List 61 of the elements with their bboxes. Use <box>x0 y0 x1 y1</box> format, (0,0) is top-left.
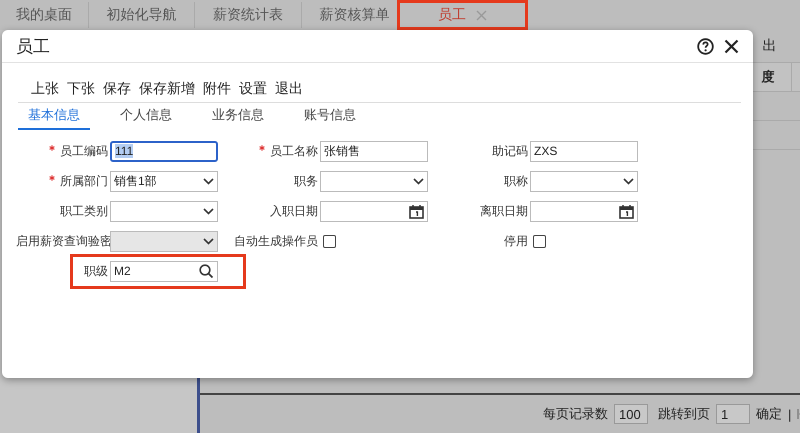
separator-text: | <box>788 406 792 422</box>
field-label: 员工编码 <box>16 142 108 160</box>
calendar-icon[interactable] <box>409 204 424 218</box>
lookup-field[interactable]: M2 <box>110 260 218 282</box>
checkbox[interactable] <box>533 234 546 248</box>
page-size-field[interactable]: 100 <box>614 404 648 424</box>
form-tab[interactable]: 业务信息 <box>202 103 274 130</box>
field-label: 入职日期 <box>269 202 318 220</box>
toolbar-button[interactable]: 保存 <box>100 77 134 102</box>
page-tab[interactable]: 薪资统计表 <box>194 2 301 28</box>
select-field[interactable] <box>320 170 428 192</box>
page-size-label: 每页记录数 <box>543 405 608 423</box>
toolbar-button[interactable]: 保存新增 <box>136 77 198 102</box>
page-tab[interactable]: 薪资核算单 <box>301 2 407 28</box>
field-label: 自动生成操作员 <box>233 232 318 250</box>
page-tab[interactable]: 初始化导航 <box>88 2 194 28</box>
field-label: 职级 <box>83 262 108 280</box>
date-field[interactable] <box>530 200 638 222</box>
toolbar-button[interactable]: 出 <box>762 37 776 55</box>
select-field[interactable] <box>110 200 218 222</box>
field-label: 停用 <box>503 232 528 250</box>
field-label: 所属部门 <box>16 172 108 190</box>
form-tab[interactable]: 基本信息 <box>18 103 90 130</box>
field-label: 职称 <box>503 172 528 190</box>
required-icon <box>49 174 55 180</box>
chevron-down-icon <box>413 178 424 184</box>
chevron-down-icon <box>203 178 214 184</box>
required-icon <box>259 144 265 150</box>
dialog-title: 员工 <box>16 36 51 58</box>
text-field[interactable]: 张销售 <box>320 140 428 162</box>
field-label: 职工类别 <box>59 202 108 220</box>
field-label: 员工名称 <box>226 142 318 160</box>
toolbar-button[interactable]: 设置 <box>236 77 270 102</box>
field-label: 离职日期 <box>479 202 528 220</box>
page-tab[interactable]: 我的桌面 <box>0 2 88 28</box>
toolbar-button[interactable]: 退出 <box>272 77 306 102</box>
toolbar-button[interactable]: 附件 <box>200 77 234 102</box>
field-label: 职务 <box>293 172 318 190</box>
goto-page-field[interactable]: 1 <box>716 404 750 424</box>
field-label: 助记码 <box>491 142 528 160</box>
toolbar-button[interactable]: 下张 <box>64 77 98 102</box>
close-icon[interactable] <box>724 38 739 54</box>
text-field[interactable]: 111 <box>110 140 218 162</box>
form-tab[interactable]: 个人信息 <box>110 103 182 130</box>
form-tab[interactable]: 账号信息 <box>294 103 366 130</box>
checkbox[interactable] <box>323 234 336 248</box>
required-icon <box>49 144 55 150</box>
date-field[interactable] <box>320 200 428 222</box>
calendar-icon[interactable] <box>619 204 634 218</box>
toolbar-button[interactable]: 上张 <box>28 77 62 102</box>
confirm-link[interactable]: 确定 <box>756 405 782 423</box>
select-field[interactable] <box>530 170 638 192</box>
select-field[interactable]: 销售1部 <box>110 170 218 192</box>
goto-page-label: 跳转到页 <box>658 405 710 423</box>
help-icon[interactable] <box>697 38 714 54</box>
column-header: 度 <box>761 63 792 91</box>
chevron-down-icon <box>203 208 214 214</box>
chevron-down-icon <box>623 178 634 184</box>
text-field[interactable]: ZXS <box>530 140 638 162</box>
chevron-down-icon <box>203 238 214 244</box>
search-icon[interactable] <box>199 264 214 278</box>
